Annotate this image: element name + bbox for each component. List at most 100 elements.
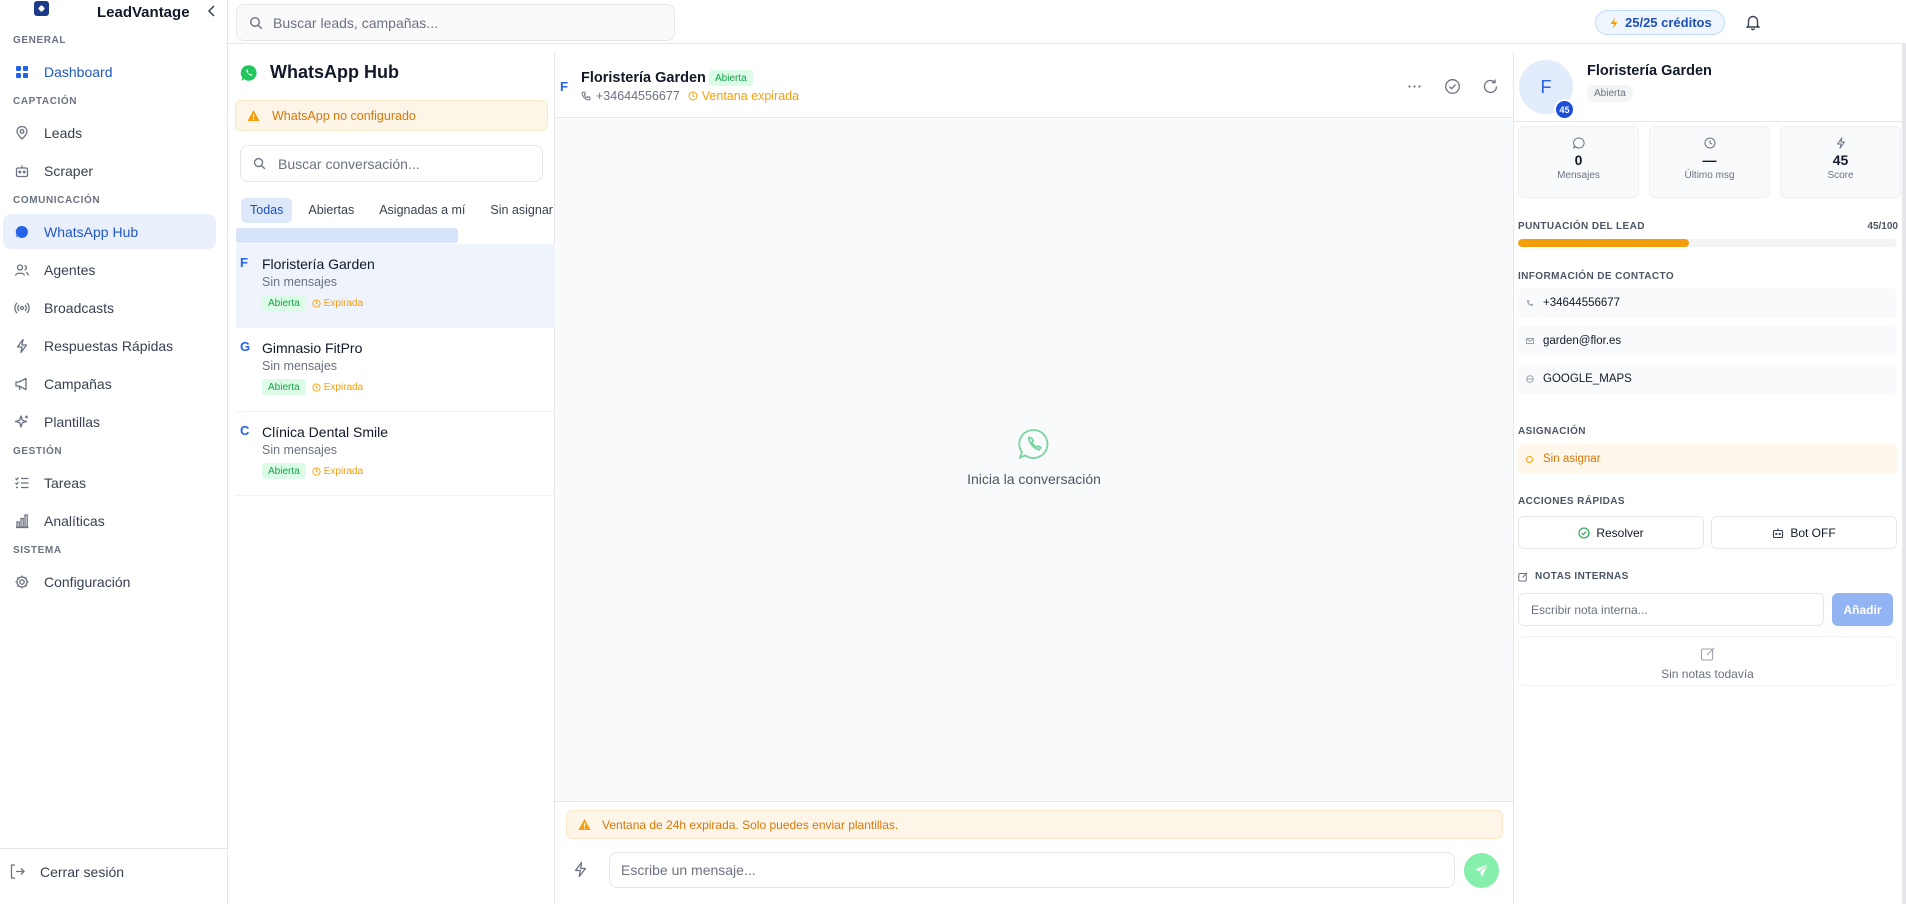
add-note-button[interactable]: Añadir	[1832, 593, 1893, 626]
internal-notes-label: NOTAS INTERNAS	[1518, 571, 1629, 582]
message-circle-icon	[1572, 137, 1585, 149]
topbar: 25/25 créditos	[228, 0, 1906, 44]
conversation-badges: Abierta Expirada	[262, 295, 363, 311]
window-status-text: Ventana expirada	[701, 89, 800, 103]
sidebar-item-scraper[interactable]: Scraper	[3, 153, 216, 188]
conversation-initial: G	[240, 339, 251, 354]
assignment-selector[interactable]: Sin asignar	[1518, 444, 1897, 474]
sidebar-item-whatsapp-hub[interactable]: WhatsApp Hub	[3, 214, 216, 249]
bell-icon	[1745, 15, 1761, 31]
sidebar-item-respuestas-rapidas[interactable]: Respuestas Rápidas	[3, 328, 216, 363]
sidebar-item-label: Leads	[44, 124, 83, 141]
sidebar-item-tareas[interactable]: Tareas	[3, 465, 216, 500]
logout-button[interactable]: Cerrar sesión	[9, 863, 124, 880]
clock-icon	[1704, 137, 1716, 149]
chat-bubble-icon	[14, 224, 30, 240]
tab-sin-asignar[interactable]: Sin asignar	[481, 198, 562, 223]
phone-icon	[581, 91, 591, 101]
clock-icon	[312, 466, 321, 476]
global-search[interactable]	[236, 4, 675, 41]
sidebar-item-label: Respuestas Rápidas	[44, 337, 174, 354]
grid-icon	[14, 64, 30, 80]
sidebar-item-label: Plantillas	[44, 413, 101, 430]
sidebar-item-label: Analíticas	[44, 512, 105, 529]
sidebar-item-agentes[interactable]: Agentes	[3, 252, 216, 287]
stat-value: —	[1702, 152, 1717, 168]
contact-name: Floristería Garden	[1587, 63, 1712, 79]
credits-badge[interactable]: 25/25 créditos	[1595, 10, 1725, 35]
whatsapp-icon	[1017, 427, 1051, 461]
lead-score-fill	[1518, 239, 1689, 247]
window-badge-text: Expirada	[323, 297, 364, 309]
chevron-left-icon	[207, 5, 215, 17]
stat-label: Score	[1827, 170, 1854, 181]
conversation-item[interactable]: F Floristería Garden Sin mensajes Abiert…	[236, 244, 555, 328]
conversation-item[interactable]: G Gimnasio FitPro Sin mensajes Abierta E…	[236, 328, 555, 412]
window-badge: Expirada	[312, 466, 363, 477]
expired-banner-text: Ventana de 24h expirada. Solo puedes env…	[602, 817, 899, 832]
stat-messages: 0 Mensajes	[1518, 126, 1639, 198]
conversation-search-input[interactable]	[278, 155, 528, 172]
stat-value: 45	[1832, 152, 1849, 168]
resolve-label: Resolver	[1596, 525, 1644, 540]
tab-asignadas-a-mi[interactable]: Asignadas a mí	[370, 198, 474, 223]
sidebar-item-configuracion[interactable]: Configuración	[3, 564, 216, 599]
bar-chart-icon	[14, 513, 30, 529]
conversation-preview: Sin mensajes	[262, 443, 338, 457]
conversation-initial: F	[240, 255, 248, 270]
nav-section-gestion: GESTIÓN	[13, 446, 63, 457]
conversation-initial: C	[240, 423, 250, 438]
clock-icon	[688, 91, 698, 101]
search-icon	[249, 16, 263, 30]
whatsapp-not-configured-warning: WhatsApp no configurado	[235, 100, 548, 131]
sidebar-item-label: Broadcasts	[44, 299, 115, 316]
page-scrollbar[interactable]	[1902, 44, 1906, 904]
send-button[interactable]	[1464, 853, 1499, 888]
sidebar-item-campanas[interactable]: Campañas	[3, 366, 216, 401]
conversation-list-panel: WhatsApp Hub WhatsApp no configurado Tod…	[228, 52, 555, 904]
refresh-button[interactable]	[1482, 78, 1499, 95]
chat-subtitle: +34644556677 Ventana expirada	[581, 89, 799, 103]
sidebar-item-analiticas[interactable]: Analíticas	[3, 503, 216, 538]
collapse-sidebar-button[interactable]	[204, 3, 220, 19]
log-out-icon	[9, 863, 26, 880]
conversation-name: Floristería Garden	[262, 256, 375, 272]
sparkles-icon	[14, 414, 30, 430]
global-search-input[interactable]	[273, 14, 653, 31]
sidebar-item-broadcasts[interactable]: Broadcasts	[3, 290, 216, 325]
status-badge: Abierta	[709, 70, 753, 86]
warning-text: WhatsApp no configurado	[272, 108, 416, 123]
nav-section-sistema: SISTEMA	[13, 545, 62, 556]
sidebar-item-leads[interactable]: Leads	[3, 115, 216, 150]
stat-last-message: — Último msg	[1649, 126, 1770, 198]
check-circle-icon	[1445, 79, 1460, 94]
quick-replies-button[interactable]	[572, 861, 589, 878]
sidebar: LeadVantage GENERAL Dashboard CAPTACIÓN …	[0, 0, 228, 904]
notifications-button[interactable]	[1744, 13, 1762, 31]
resolve-conversation-button[interactable]	[1444, 78, 1461, 95]
conversation-preview: Sin mensajes	[262, 359, 338, 373]
stat-label: Último msg	[1684, 170, 1735, 181]
internal-note-input[interactable]	[1518, 593, 1824, 626]
chat-composer: Ventana de 24h expirada. Solo puedes env…	[555, 801, 1513, 904]
resolve-button[interactable]: Resolver	[1518, 516, 1704, 549]
conversation-search[interactable]	[240, 145, 543, 182]
chat-contact-name: Floristería Garden	[581, 70, 706, 86]
tab-abiertas[interactable]: Abiertas	[299, 198, 363, 223]
list-checks-icon	[14, 475, 30, 491]
sidebar-item-plantillas[interactable]: Plantillas	[3, 404, 216, 439]
sidebar-item-dashboard[interactable]: Dashboard	[3, 54, 216, 89]
conversation-item[interactable]: C Clínica Dental Smile Sin mensajes Abie…	[236, 412, 555, 496]
globe-icon	[1526, 375, 1534, 383]
hub-title-text: WhatsApp Hub	[270, 62, 399, 82]
tab-todas[interactable]: Todas	[241, 197, 293, 223]
conversation-preview: Sin mensajes	[262, 275, 338, 289]
stat-label: Mensajes	[1557, 170, 1600, 181]
megaphone-icon	[14, 376, 30, 392]
bot-toggle-button[interactable]: Bot OFF	[1711, 516, 1897, 549]
map-pin-icon	[14, 125, 30, 141]
contact-email: garden@flor.es	[1543, 335, 1622, 347]
message-input[interactable]	[609, 852, 1455, 888]
more-options-button[interactable]	[1406, 78, 1423, 95]
tabs-scrollbar[interactable]	[236, 228, 458, 243]
